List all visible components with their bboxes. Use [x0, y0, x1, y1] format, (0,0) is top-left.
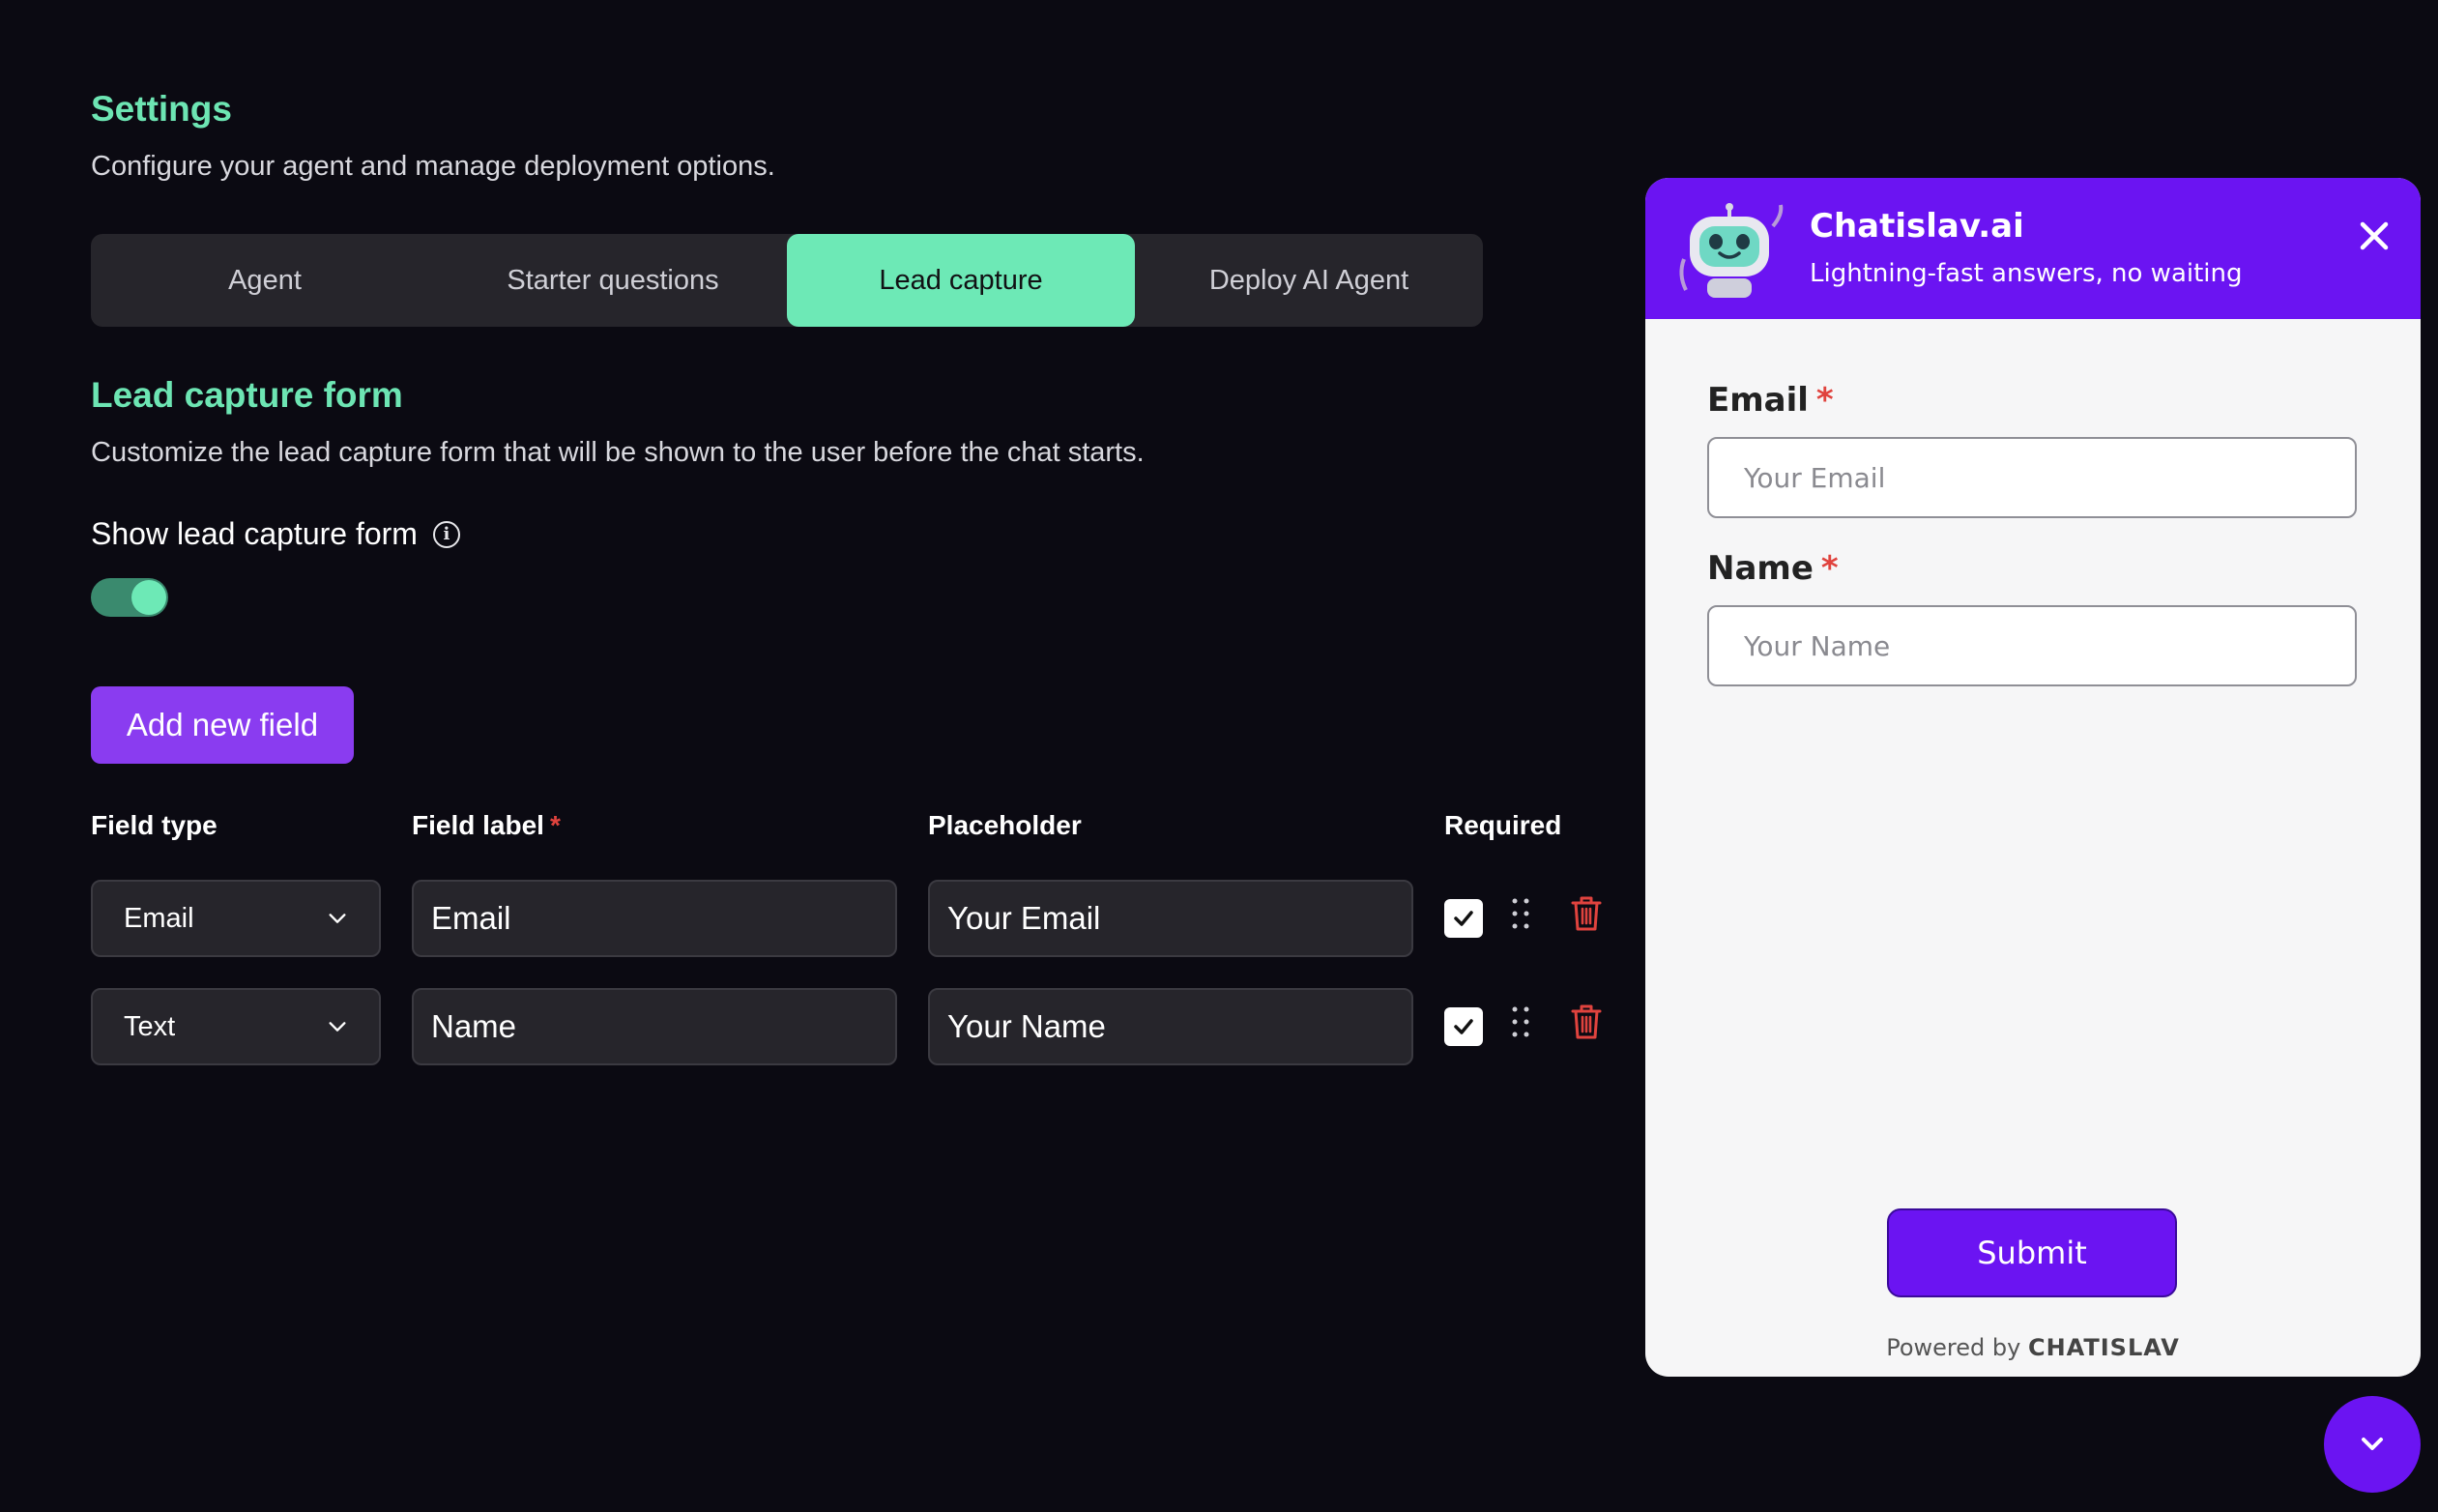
trash-icon[interactable] — [1570, 1003, 1603, 1040]
close-icon[interactable] — [2355, 217, 2394, 255]
page-title: Settings — [91, 89, 232, 129]
check-icon — [1454, 911, 1473, 926]
field-row: Email Email Your Email — [91, 880, 1638, 957]
toggle-label: Show lead capture form — [91, 516, 418, 551]
check-icon — [1454, 1019, 1473, 1034]
required-star: * — [549, 810, 561, 840]
required-star: * — [1820, 549, 1839, 588]
section-description: Customize the lead capture form that wil… — [91, 437, 1145, 468]
column-header-required: Required — [1444, 810, 1562, 840]
tab-starter-questions[interactable]: Starter questions — [439, 234, 787, 327]
tab-lead-capture[interactable]: Lead capture — [787, 234, 1135, 327]
widget-email-input[interactable]: Your Email — [1707, 437, 2357, 518]
widget-email-label: Email * — [1707, 381, 1834, 420]
widget-tagline: Lightning-fast answers, no waiting — [1810, 259, 2243, 288]
widget-email-label-text: Email — [1707, 381, 1809, 420]
chevron-down-icon — [329, 1022, 346, 1032]
tab-bar: Agent Starter questions Lead capture Dep… — [91, 234, 1483, 327]
chevron-down-fab-icon — [2362, 1438, 2383, 1450]
submit-button[interactable]: Submit — [1887, 1208, 2177, 1297]
powered-by-brand: CHATISLAV — [2027, 1334, 2180, 1361]
required-star: * — [1815, 381, 1834, 420]
section-title: Lead capture form — [91, 375, 403, 415]
column-header-field-type: Field type — [91, 810, 218, 840]
drag-handle-icon[interactable] — [1510, 897, 1531, 930]
widget-header: Chatislav.ai Lightning-fast answers, no … — [1645, 178, 2421, 319]
page: Settings Configure your agent and manage… — [0, 0, 2438, 1512]
add-new-field-button[interactable]: Add new field — [91, 686, 354, 764]
required-checkbox[interactable] — [1444, 899, 1483, 938]
toggle-knob — [131, 580, 166, 615]
trash-icon[interactable] — [1570, 895, 1603, 932]
powered-by-prefix: Powered by — [1886, 1334, 2021, 1361]
required-checkbox[interactable] — [1444, 1007, 1483, 1046]
placeholder-input[interactable]: Your Email — [928, 880, 1413, 957]
field-type-value: Text — [124, 1010, 176, 1042]
widget-name-label-text: Name — [1707, 549, 1814, 588]
info-icon[interactable]: i — [432, 520, 460, 548]
column-header-field-label: Field label * — [412, 810, 561, 841]
widget-bot-name: Chatislav.ai — [1810, 207, 2024, 246]
field-type-select[interactable]: Email — [91, 880, 381, 957]
field-type-value: Email — [124, 902, 194, 934]
placeholder-input[interactable]: Your Name — [928, 988, 1413, 1065]
field-label-input[interactable]: Email — [412, 880, 897, 957]
drag-handle-icon[interactable] — [1510, 1005, 1531, 1038]
toggle-label-row: Show lead capture form i — [91, 516, 460, 552]
robot-avatar-icon — [1679, 203, 1784, 298]
field-label-input[interactable]: Name — [412, 988, 897, 1065]
chat-widget-preview: Chatislav.ai Lightning-fast answers, no … — [1645, 178, 2421, 1377]
tab-deploy-ai-agent[interactable]: Deploy AI Agent — [1135, 234, 1483, 327]
column-header-placeholder: Placeholder — [928, 810, 1082, 840]
widget-name-input[interactable]: Your Name — [1707, 605, 2357, 686]
chat-toggle-fab[interactable] — [2324, 1396, 2421, 1493]
show-lead-form-toggle[interactable] — [91, 578, 168, 617]
chevron-down-icon — [329, 914, 346, 923]
widget-name-label: Name * — [1707, 549, 1839, 588]
column-header-field-label-text: Field label — [412, 810, 544, 840]
field-type-select[interactable]: Text — [91, 988, 381, 1065]
tab-agent[interactable]: Agent — [91, 234, 439, 327]
powered-by: Powered by CHATISLAV — [1645, 1334, 2421, 1361]
field-row: Text Name Your Name — [91, 988, 1638, 1065]
page-subtitle: Configure your agent and manage deployme… — [91, 151, 775, 182]
